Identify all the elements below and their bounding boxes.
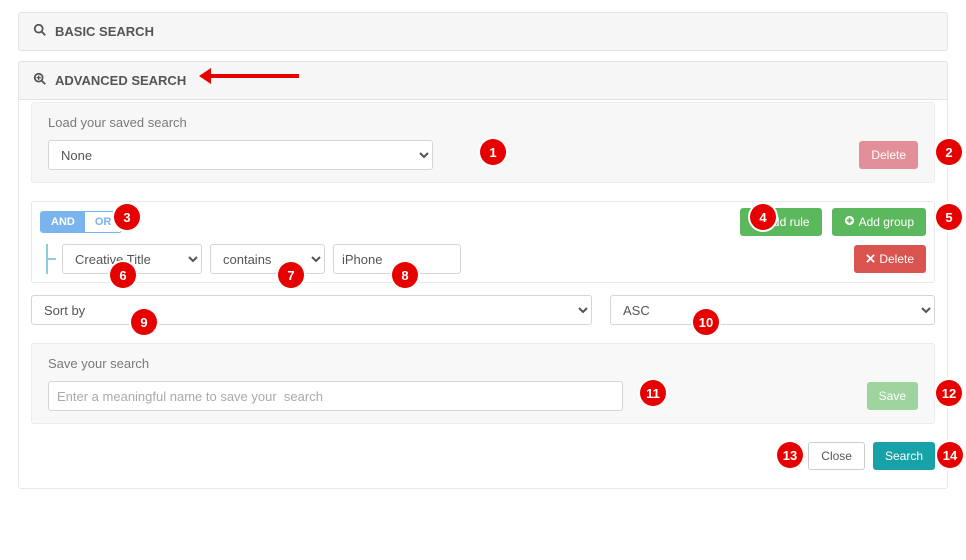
add-group-button[interactable]: Add group — [832, 208, 926, 236]
save-button[interactable]: Save — [867, 382, 918, 410]
load-search-panel: Load your saved search None Delete 1 2 — [31, 102, 935, 183]
save-search-label: Save your search — [48, 356, 918, 371]
search-icon — [33, 23, 47, 40]
annotation-badge: 8 — [392, 262, 418, 288]
annotation-badge: 10 — [693, 309, 719, 335]
advanced-search-title: ADVANCED SEARCH — [55, 73, 186, 88]
annotation-badge: 3 — [114, 204, 140, 230]
x-icon — [866, 252, 875, 266]
annotation-badge: 1 — [480, 139, 506, 165]
add-group-label: Add group — [859, 215, 914, 229]
annotation-badge: 12 — [936, 380, 962, 406]
annotation-badge: 6 — [110, 262, 136, 288]
saved-search-select[interactable]: None — [48, 140, 433, 170]
annotation-badge: 4 — [750, 204, 776, 230]
annotation-arrow — [209, 74, 299, 78]
delete-rule-label: Delete — [879, 252, 914, 266]
annotation-badge: 14 — [937, 442, 963, 468]
close-button[interactable]: Close — [808, 442, 865, 470]
plus-circle-icon — [844, 215, 855, 229]
and-or-toggle: AND OR — [40, 211, 122, 233]
search-button[interactable]: Search — [873, 442, 935, 470]
footer-row: Close Search 13 14 — [31, 442, 935, 470]
and-button[interactable]: AND — [41, 212, 85, 232]
save-name-input[interactable] — [48, 381, 623, 411]
sort-direction-select[interactable]: ASC — [610, 295, 935, 325]
basic-search-title: BASIC SEARCH — [55, 24, 154, 39]
annotation-badge: 13 — [777, 442, 803, 468]
delete-rule-button[interactable]: Delete — [854, 245, 926, 273]
annotation-badge: 9 — [131, 309, 157, 335]
advanced-search-body: Load your saved search None Delete 1 2 A… — [18, 90, 948, 489]
rule-operator-select[interactable]: contains — [210, 244, 325, 274]
annotation-badge: 5 — [936, 204, 962, 230]
rule-row: Creative Title contains Delete — [46, 244, 926, 274]
advanced-search-header[interactable]: ADVANCED SEARCH — [18, 61, 948, 100]
basic-search-header[interactable]: BASIC SEARCH — [18, 12, 948, 51]
sort-row: Sort by ASC 9 10 — [31, 295, 935, 325]
annotation-badge: 7 — [278, 262, 304, 288]
load-search-label: Load your saved search — [48, 115, 918, 130]
save-search-panel: Save your search Save 11 12 — [31, 343, 935, 424]
sort-by-select[interactable]: Sort by — [31, 295, 592, 325]
annotation-badge: 11 — [640, 380, 666, 406]
query-builder: AND OR Add rule Add group — [31, 201, 935, 283]
zoom-icon — [33, 72, 47, 89]
delete-saved-button[interactable]: Delete — [859, 141, 918, 169]
annotation-badge: 2 — [936, 139, 962, 165]
